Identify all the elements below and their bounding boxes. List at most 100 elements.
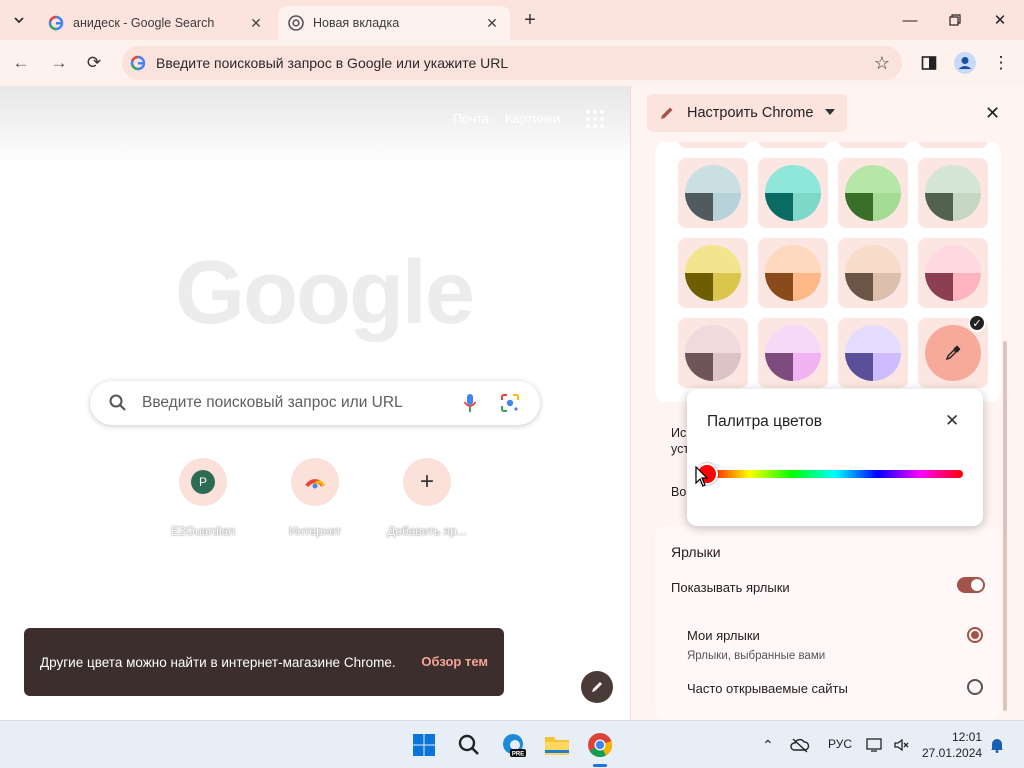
tab-new-tab[interactable]: Новая вкладка ✕: [278, 6, 510, 40]
color-swatch[interactable]: [758, 158, 828, 228]
page-header-gradient: [0, 86, 630, 166]
tab-search-button[interactable]: [6, 8, 32, 32]
shortcut-label: Интернет: [288, 524, 342, 538]
panel-close-icon[interactable]: ✕: [985, 103, 1000, 124]
address-bar-placeholder: Введите поисковый запрос в Google или ук…: [156, 55, 509, 71]
restore-icon[interactable]: [943, 8, 967, 32]
google-lens-icon[interactable]: [500, 393, 520, 418]
new-tab-plus-icon[interactable]: +: [520, 10, 540, 30]
color-swatch[interactable]: [678, 158, 748, 228]
dropdown-arrow-icon: [825, 109, 835, 115]
most-visited-radio[interactable]: [967, 679, 983, 695]
hue-slider-track[interactable]: [707, 470, 963, 478]
chrome-taskbar-icon[interactable]: [586, 731, 614, 759]
browse-themes-button[interactable]: Обзор тем: [421, 654, 488, 669]
color-swatch[interactable]: [758, 318, 828, 388]
my-shortcuts-radio[interactable]: [967, 627, 983, 643]
shortcut-tile[interactable]: P E2Guardian: [148, 458, 258, 538]
bookmark-star-icon[interactable]: ☆: [874, 53, 890, 74]
google-logo: Google: [175, 243, 475, 343]
color-swatch[interactable]: [838, 318, 908, 388]
tab-close-icon[interactable]: ✕: [484, 15, 500, 31]
color-swatch[interactable]: [918, 238, 988, 308]
color-swatch[interactable]: [918, 158, 988, 228]
google-g-icon: [130, 55, 146, 71]
shortcut-tile[interactable]: Интернет: [260, 458, 370, 538]
color-swatch-grid: ✓: [655, 142, 1001, 402]
selected-check-icon: ✓: [968, 314, 986, 332]
taskbar-search-icon[interactable]: [455, 731, 483, 759]
file-explorer-icon[interactable]: [543, 731, 571, 759]
reload-icon[interactable]: ⟳: [83, 52, 105, 74]
snackbar-text: Другие цвета можно найти в интернет-мага…: [40, 654, 396, 670]
option-my-shortcuts-sub: Ярлыки, выбранные вами: [687, 650, 826, 662]
side-panel-icon[interactable]: [918, 52, 940, 74]
gmail-link[interactable]: Почта: [453, 111, 489, 126]
windows-start-icon[interactable]: [410, 731, 438, 759]
input-language-indicator[interactable]: РУС: [828, 737, 852, 751]
google-g-icon: [48, 15, 64, 31]
tray-chevron-up-icon[interactable]: ⌃: [762, 737, 774, 754]
option-my-shortcuts[interactable]: Мои ярлыки: [687, 628, 760, 643]
profile-avatar-icon[interactable]: [954, 52, 976, 74]
partial-label: Во: [671, 485, 687, 499]
tab-close-icon[interactable]: ✕: [248, 15, 264, 31]
network-offline-icon[interactable]: [790, 737, 810, 756]
clock-date: 27.01.2024: [922, 746, 983, 760]
address-bar[interactable]: Введите поисковый запрос в Google или ук…: [122, 46, 902, 80]
edge-preview-icon[interactable]: PRE: [500, 731, 528, 759]
add-shortcut-tile[interactable]: + Добавить яр...: [372, 458, 482, 538]
svg-text:PRE: PRE: [512, 752, 524, 758]
plus-icon: +: [403, 458, 451, 506]
panel-title: Настроить Chrome: [687, 105, 814, 121]
window-close-icon[interactable]: ✕: [988, 8, 1012, 32]
search-input[interactable]: Введите поисковый запрос или URL: [90, 381, 540, 425]
tab-title: анидеск - Google Search: [73, 16, 215, 30]
eyedropper-icon: [945, 345, 961, 361]
color-swatch[interactable]: [918, 142, 988, 148]
shortcut-icon: P: [179, 458, 227, 506]
color-swatch[interactable]: [678, 238, 748, 308]
search-icon: [108, 393, 128, 413]
customize-pencil-button[interactable]: [581, 671, 613, 703]
show-shortcuts-label: Показывать ярлыки: [671, 580, 790, 595]
notification-bell-icon[interactable]: [990, 737, 1004, 756]
tab-google-search[interactable]: анидеск - Google Search ✕: [38, 6, 274, 40]
microphone-icon[interactable]: [462, 392, 478, 419]
active-app-indicator: [593, 764, 607, 767]
forward-arrow-icon[interactable]: →: [48, 52, 70, 74]
color-swatch[interactable]: [838, 142, 908, 148]
color-picker-dialog: Палитра цветов ✕: [687, 389, 983, 526]
kebab-menu-icon[interactable]: ⋮: [990, 52, 1012, 74]
tab-strip: анидеск - Google Search ✕ Новая вкладка …: [0, 0, 1024, 40]
panel-title-dropdown[interactable]: Настроить Chrome: [647, 94, 847, 132]
custom-color-swatch[interactable]: ✓: [918, 314, 988, 388]
partial-label: Ис: [671, 426, 687, 440]
chevron-down-icon: [14, 17, 24, 24]
display-icon[interactable]: [866, 737, 884, 756]
back-arrow-icon[interactable]: ←: [10, 52, 32, 74]
color-swatch[interactable]: [758, 142, 828, 148]
minimize-icon[interactable]: —: [898, 8, 922, 32]
color-picker-title: Палитра цветов: [707, 413, 822, 430]
shortcut-badge: P: [191, 470, 215, 494]
speaker-muted-icon[interactable]: [893, 737, 909, 756]
panel-scrollbar[interactable]: [1003, 341, 1007, 711]
pencil-icon: [659, 105, 675, 125]
shortcut-label: E2Guardian: [170, 524, 236, 538]
images-link[interactable]: Картинки: [505, 111, 560, 126]
color-picker-close-icon[interactable]: ✕: [945, 411, 959, 431]
option-most-visited[interactable]: Часто открываемые сайты: [687, 681, 848, 696]
mouse-cursor-icon: [695, 466, 709, 487]
show-shortcuts-toggle[interactable]: [957, 577, 985, 593]
toolbar: ← → ⟳ Введите поисковый запрос в Google …: [0, 40, 1024, 86]
color-swatch[interactable]: [758, 238, 828, 308]
search-placeholder: Введите поисковый запрос или URL: [142, 394, 403, 411]
color-swatch[interactable]: [838, 158, 908, 228]
new-tab-page: Почта Картинки Google Введите поисковый …: [0, 86, 630, 720]
color-swatch[interactable]: [838, 238, 908, 308]
apps-grid-icon[interactable]: [586, 110, 604, 128]
color-swatch[interactable]: [678, 318, 748, 388]
color-swatch[interactable]: [678, 142, 748, 148]
system-clock[interactable]: 12:01 27.01.2024: [922, 729, 982, 761]
